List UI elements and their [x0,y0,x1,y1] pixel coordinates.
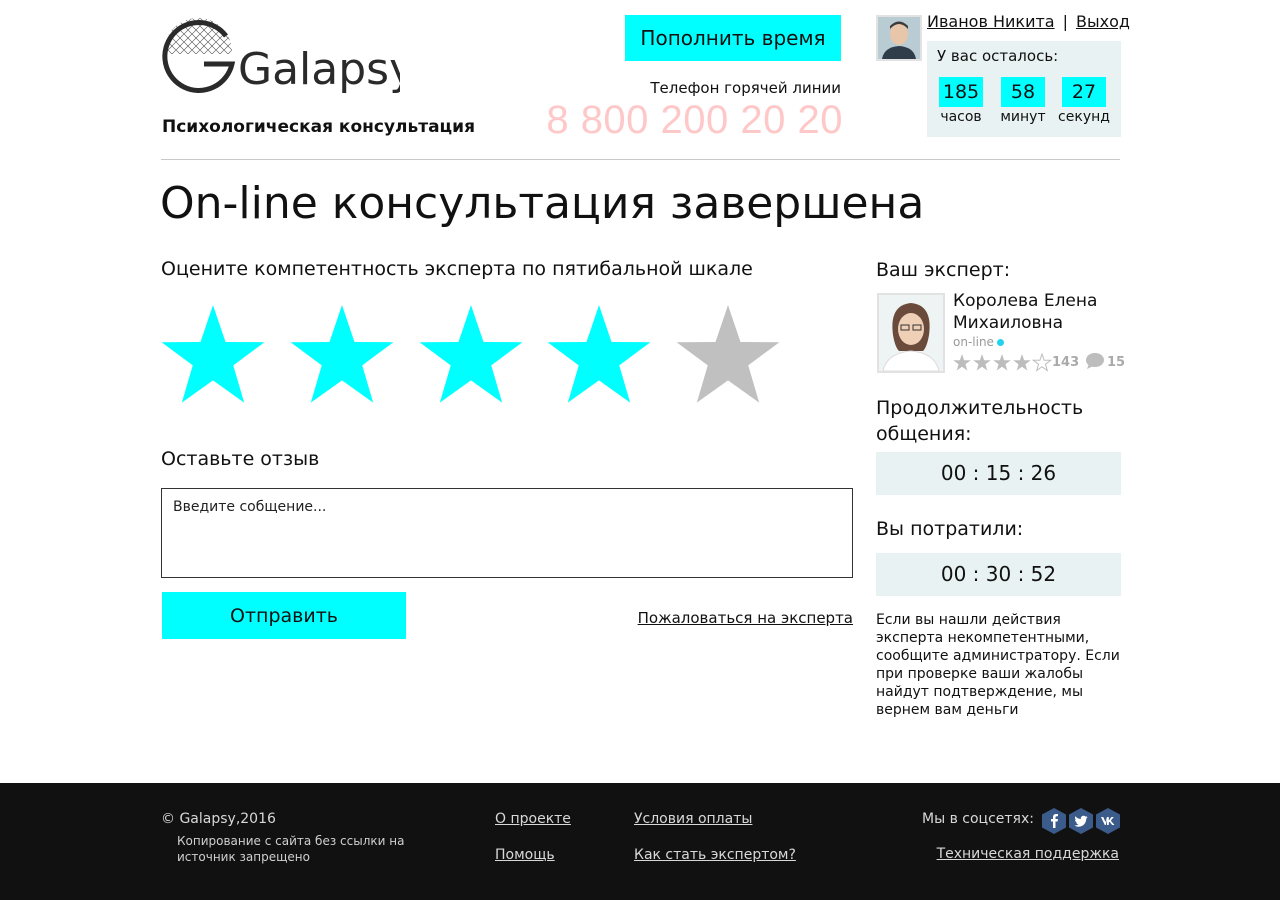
rating-star-5[interactable] [675,305,781,407]
copy-note: Копирование с сайта без ссылки на источн… [177,834,405,864]
send-review-button[interactable]: Отправить [162,592,406,639]
expert-rating-star-icon [1013,354,1031,371]
rate-heading: Оцените компетентность эксперта по пятиб… [161,258,753,280]
remaining-seconds: 27 [1062,77,1106,107]
user-avatar[interactable] [876,15,922,61]
expert-rating-star-icon [973,354,991,371]
review-textarea[interactable] [161,488,853,578]
spent-heading: Вы потратили: [876,518,1024,540]
user-name-link[interactable]: Иванов Никита [927,12,1055,31]
remaining-minutes: 58 [1001,77,1045,107]
remaining-hours-label: часов [940,109,982,125]
remaining-time-panel: У вас осталось: 185 часов 58 минут 27 се… [927,41,1121,137]
footer-link-help[interactable]: Помощь [495,847,555,863]
complaint-note: Если вы нашли действия эксперта некомпет… [876,612,1120,718]
header-divider [161,159,1120,160]
review-heading: Оставьте отзыв [161,448,320,470]
comment-icon [1086,353,1104,369]
remaining-minutes-label: минут [1000,109,1046,125]
expert-comment-count: 15 [1107,355,1126,370]
expert-status: on-line [953,335,1004,349]
expert-rating-count: 143 [1052,355,1080,370]
user-avatar-image [878,17,920,59]
expert-status-text: on-line [953,335,994,349]
rating-star-icon [419,305,523,403]
facebook-icon[interactable] [1042,808,1066,834]
expert-name[interactable]: Королева Елена Михаиловна [953,290,1123,334]
logout-link[interactable]: Выход [1076,12,1130,31]
duration-value: 00 : 15 : 26 [876,452,1121,495]
expert-heading: Ваш эксперт: [876,259,1011,281]
footer-link-become-expert[interactable]: Как стать экспертом? [634,847,796,863]
rating-star-3[interactable] [418,305,524,407]
rating-star-1[interactable] [160,305,266,407]
logo[interactable]: Galapsy [160,14,415,114]
logo-wordmark: Galapsy [238,44,400,95]
rating-star-icon [290,305,394,403]
complain-link[interactable]: Пожаловаться на эксперта [560,609,853,627]
duration-heading: Продолжительность общения: [876,397,1084,445]
footer-link-payment[interactable]: Условия оплаты [634,811,752,827]
social-label: Мы в соцсетях: [922,811,1034,827]
rating-star-icon [547,305,651,403]
footer: © Galapsy,2016 Копирование с сайта без с… [0,783,1280,900]
rating-star-2[interactable] [289,305,395,407]
expert-rating-star-icon [993,354,1011,371]
tagline: Психологическая консультация [162,117,475,137]
copyright: © Galapsy,2016 [161,811,276,827]
remaining-seconds-label: секунд [1058,109,1110,125]
remaining-hours: 185 [939,77,983,107]
user-links: Иванов Никита | Выход [927,12,1130,31]
expert-rating-star-icon [953,354,971,371]
footer-link-about[interactable]: О проекте [495,811,571,827]
rating-star-icon [161,305,265,403]
page-title: On-line консультация завершена [160,178,925,229]
expert-avatar[interactable] [877,293,945,373]
expert-rating-star-icon [1031,353,1052,372]
expert-avatar-image [879,295,943,371]
logo-graphic: Galapsy [162,18,415,95]
footer-link-support[interactable]: Техническая поддержка [900,846,1119,862]
rating-star-4[interactable] [546,305,652,407]
link-separator: | [1062,12,1068,31]
online-status-dot-icon [996,339,1004,346]
hotline-label: Телефон горячей линии [650,79,841,97]
vk-icon[interactable] [1096,808,1120,834]
rating-star-icon [676,305,780,403]
spent-value: 00 : 30 : 52 [876,553,1121,596]
hotline-number: 8 800 200 20 20 [546,98,843,142]
remaining-time-title: У вас осталось: [937,47,1059,65]
expert-rating-stars [953,353,1052,372]
twitter-icon[interactable] [1069,808,1093,834]
topup-time-button[interactable]: Пополнить время [625,15,841,61]
